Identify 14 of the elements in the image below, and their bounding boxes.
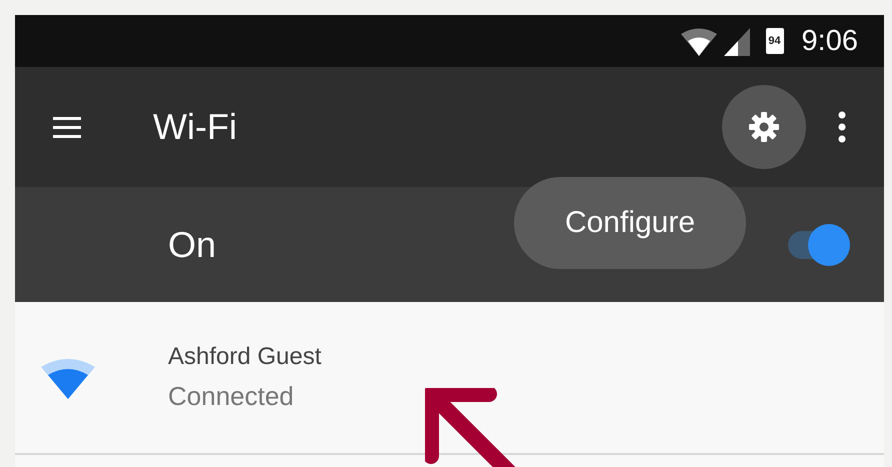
menu-icon[interactable] bbox=[53, 116, 81, 138]
cell-signal-icon bbox=[724, 26, 750, 56]
clock-time: 9:06 bbox=[802, 24, 858, 58]
wifi-signal-icon bbox=[680, 26, 718, 56]
battery-level: 94 bbox=[768, 35, 781, 47]
network-item[interactable]: Ashford Guest Connected bbox=[15, 302, 884, 453]
network-status: Connected bbox=[168, 381, 295, 412]
wifi-signal-icon bbox=[41, 356, 95, 398]
tooltip: Configure bbox=[514, 177, 746, 269]
switch-label: On bbox=[168, 224, 216, 266]
network-name: Ashford Guest bbox=[168, 343, 322, 371]
settings-icon bbox=[748, 111, 780, 143]
screen-title: Wi-Fi bbox=[153, 106, 238, 148]
more-options-icon[interactable] bbox=[838, 111, 846, 143]
